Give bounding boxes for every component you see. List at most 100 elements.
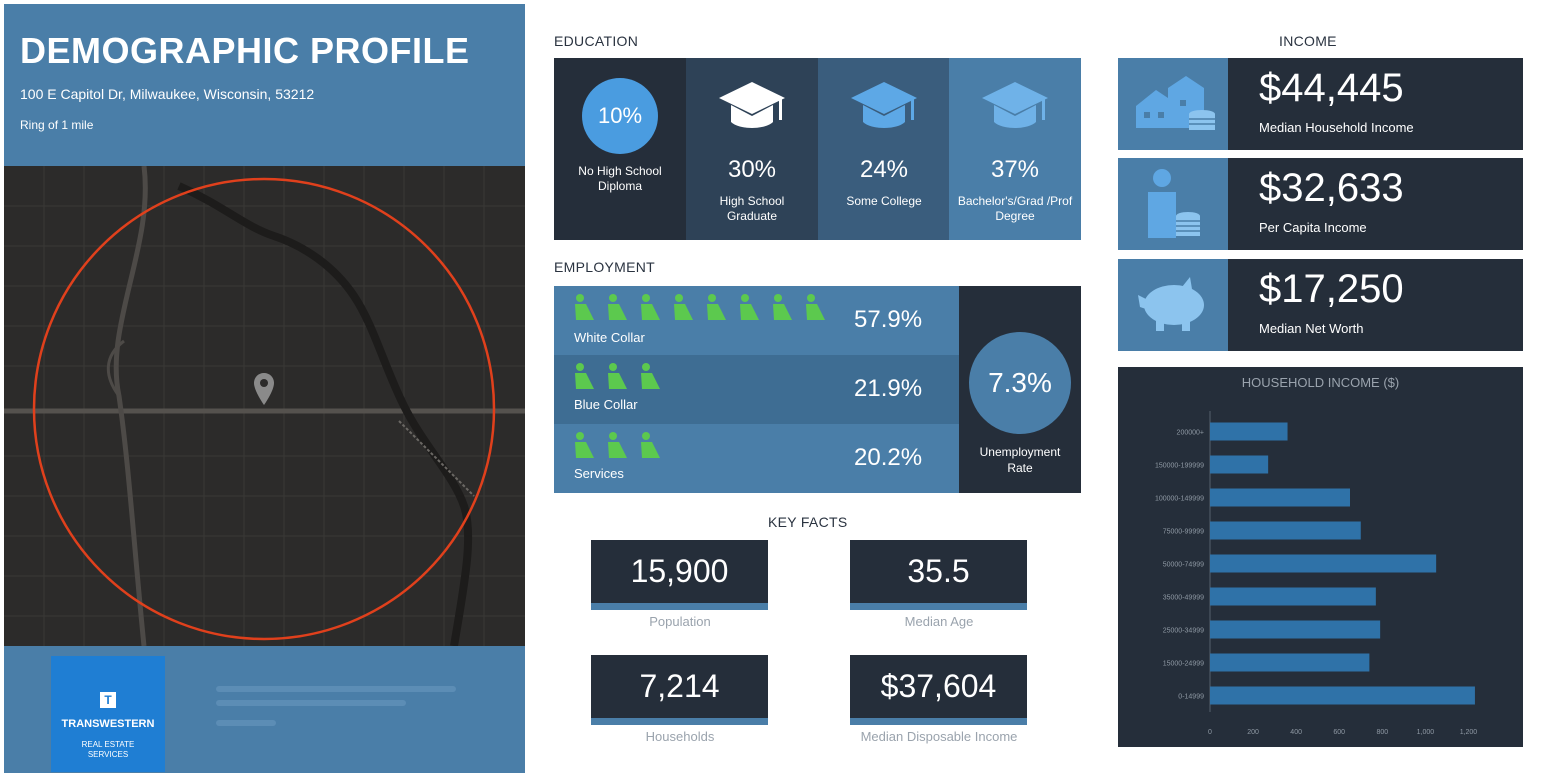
category-label: 50000-74999 [1163,562,1204,569]
worker-icon [806,294,825,320]
x-tick-label: 200 [1247,729,1259,736]
bar-7 [1210,653,1370,672]
left-panel: DEMOGRAPHIC PROFILE 100 E Capitol Dr, Mi… [4,4,525,773]
worker-icon [641,294,660,320]
logo-mark: T [100,692,116,708]
education-panel: 10% No High School Diploma 30% High Scho… [554,58,1081,240]
site-address: 100 E Capitol Dr, Milwaukee, Wisconsin, … [20,86,315,102]
median-disposable-income-value: $37,604 [850,655,1027,725]
profile-header: DEMOGRAPHIC PROFILE 100 E Capitol Dr, Mi… [4,4,525,166]
worker-icon [773,294,792,320]
map-view[interactable] [4,166,525,646]
some-college-pct: 24% [859,156,909,183]
person-coins-icon [1118,158,1228,250]
bar-3 [1210,521,1361,540]
worker-icon [641,363,660,389]
median-age-label: Median Age [904,614,974,629]
graduation-cap-icon [851,82,917,128]
worker-icon [608,363,627,389]
no-diploma-pct: 10% [582,78,658,154]
bar-8 [1210,686,1475,705]
worker-icon [575,363,594,389]
per-capita-income-value: $32,633 [1259,166,1404,210]
worker-icon [608,432,627,458]
population-value: 15,900 [591,540,768,610]
household-income-chart: HOUSEHOLD INCOME ($) 200000+ 150000-19999… [1118,367,1523,747]
bachelors-pct: 37% [990,156,1040,183]
x-tick-label: 400 [1290,729,1302,736]
white-collar-label: White Collar [574,330,645,345]
category-label: 35000-49999 [1163,595,1204,602]
x-tick-label: 800 [1376,729,1388,736]
education-title: EDUCATION [554,33,639,49]
logo-subtitle-line1: REAL ESTATE [81,740,135,749]
piggy-bank-icon [1118,259,1228,351]
employment-blue-collar: Blue Collar 21.9% [554,355,959,424]
worker-icons [572,292,836,326]
unemployment-rate-value: 7.3% [969,332,1071,434]
bar-4 [1210,554,1437,573]
blurred-text [216,700,406,706]
worker-icons [572,430,671,464]
white-collar-pct: 57.9% [854,306,923,333]
high-school-pct: 30% [727,156,777,183]
median-net-worth-card: $17,250 Median Net Worth [1118,259,1523,351]
worker-icons [572,361,671,395]
employment-title: EMPLOYMENT [554,259,656,275]
unemployment-rate-panel: 7.3% Unemployment Rate [959,286,1081,493]
services-pct: 20.2% [854,444,923,471]
logo-subtitle: REAL ESTATE SERVICES [51,740,165,760]
x-tick-label: 1,000 [1417,729,1435,736]
median-disposable-income-label: Median Disposable Income [860,729,1018,744]
location-pin-icon [254,373,274,405]
education-high-school: 30% High School Graduate [686,58,818,240]
category-label: 200000+ [1177,430,1204,437]
unemployment-rate-label: Unemployment Rate [979,445,1061,475]
blue-collar-pct: 21.9% [854,375,923,402]
houses-coins-icon [1118,58,1228,150]
blue-collar-label: Blue Collar [574,397,638,412]
employment-panel: White Collar 57.9% Blue Collar 21.9% Ser… [554,286,1081,493]
blurred-text [216,686,456,692]
median-household-income-value: $44,445 [1259,66,1404,110]
category-label: 100000-149999 [1155,496,1204,503]
worker-icon [740,294,759,320]
blurred-text [216,720,276,726]
worker-icon [707,294,726,320]
x-tick-label: 0 [1208,729,1212,736]
page-title: DEMOGRAPHIC PROFILE [20,30,470,71]
per-capita-income-label: Per Capita Income [1259,220,1367,235]
employment-white-collar: White Collar 57.9% [554,286,959,355]
bar-0 [1210,422,1288,441]
median-net-worth-label: Median Net Worth [1259,321,1364,336]
some-college-label: Some College [846,194,922,208]
key-facts-title: KEY FACTS [768,514,848,530]
worker-icon [608,294,627,320]
worker-icon [674,294,693,320]
category-label: 75000-99999 [1163,529,1204,536]
education-some-college: 24% Some College [818,58,950,240]
worker-icon [575,432,594,458]
category-label: 150000-199999 [1155,463,1204,470]
households-value: 7,214 [591,655,768,725]
bar-2 [1210,488,1350,507]
no-diploma-label: No High School Diploma [578,164,662,193]
bar-1 [1210,455,1269,474]
median-household-income-label: Median Household Income [1259,120,1414,135]
per-capita-income-card: $32,633 Per Capita Income [1118,158,1523,250]
median-net-worth-value: $17,250 [1259,267,1404,311]
category-label: 0-14999 [1178,694,1204,701]
graduation-cap-icon [982,82,1048,128]
worker-icon [641,432,660,458]
bar-5 [1210,587,1376,606]
x-tick-label: 600 [1333,729,1345,736]
median-household-income-card: $44,445 Median Household Income [1118,58,1523,150]
profile-footer: T TRANSWESTERN REAL ESTATE SERVICES [4,646,525,773]
education-no-diploma: 10% No High School Diploma [554,58,686,240]
services-label: Services [574,466,624,481]
category-label: 15000-24999 [1163,661,1204,668]
high-school-label: High School Graduate [719,194,785,223]
ring-radius: Ring of 1 mile [20,118,94,132]
category-label: 25000-34999 [1163,628,1204,635]
households-label: Households [645,729,715,744]
